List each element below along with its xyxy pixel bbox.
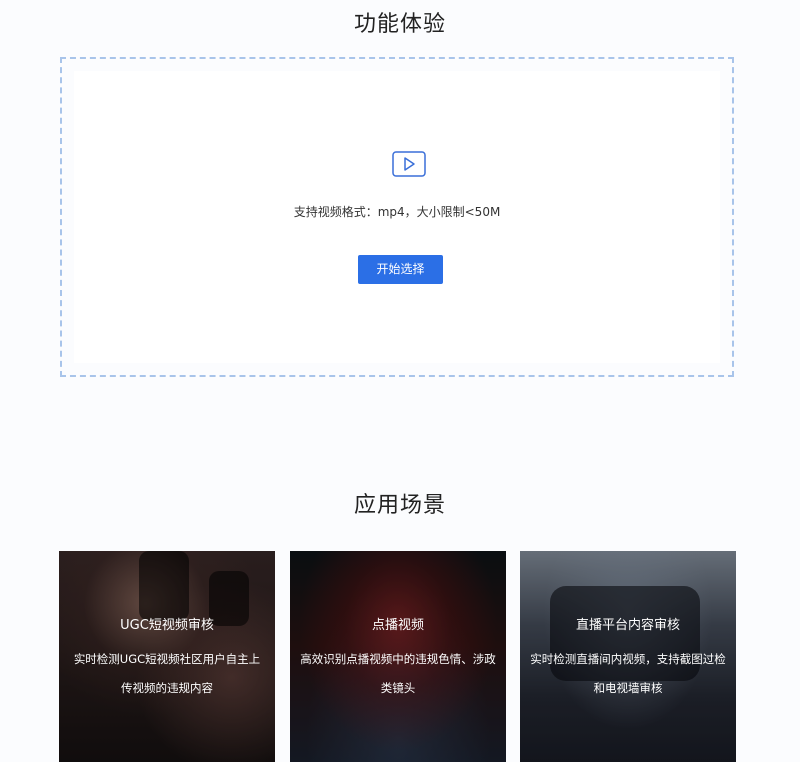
scene-card-title: UGC短视频审核 — [120, 618, 214, 633]
scene-card-title: 点播视频 — [371, 618, 424, 633]
start-select-button[interactable]: 开始选择 — [358, 255, 443, 284]
upload-format-hint: 支持视频格式：mp4，大小限制<50M — [293, 205, 501, 219]
scene-card-title: 直播平台内容审核 — [575, 618, 680, 633]
upload-dropzone[interactable]: 支持视频格式：mp4，大小限制<50M 开始选择 — [60, 57, 734, 377]
feature-section-title: 功能体验 — [353, 12, 446, 37]
scene-card-live[interactable]: 直播平台内容审核 实时检测直播间内视频，支持截图过检和电视墙审核 — [520, 551, 736, 762]
video-play-icon — [392, 151, 426, 177]
scene-card-description: 实时检测UGC短视频社区用户自主上传视频的违规内容 — [73, 652, 261, 695]
scene-card-description: 实时检测直播间内视频，支持截图过检和电视墙审核 — [530, 652, 726, 695]
scene-card-description: 高效识别点播视频中的违规色情、涉政类镜头 — [300, 652, 496, 695]
scene-card-ugc[interactable]: UGC短视频审核 实时检测UGC短视频社区用户自主上传视频的违规内容 — [59, 551, 275, 762]
upload-panel: 支持视频格式：mp4，大小限制<50M 开始选择 — [74, 71, 720, 363]
scene-card-vod[interactable]: 点播视频 高效识别点播视频中的违规色情、涉政类镜头 — [290, 551, 506, 762]
scenes-section-title: 应用场景 — [353, 493, 446, 518]
